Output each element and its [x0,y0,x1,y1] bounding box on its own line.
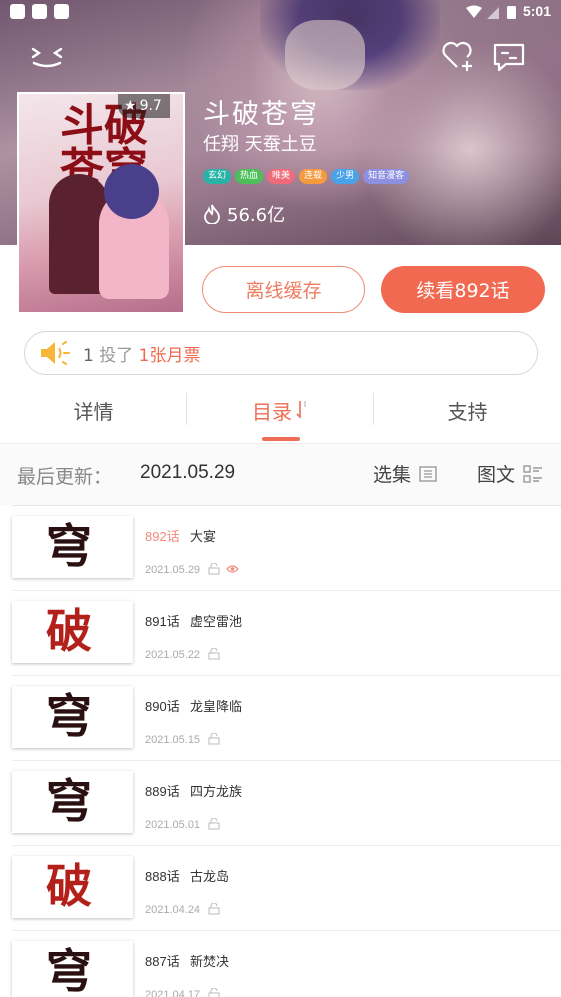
signal-battery-icon [466,5,516,19]
tab-details[interactable]: 详情 [0,389,187,431]
popularity-value: 56.6亿 [227,205,286,226]
tab-support[interactable]: 支持 [374,389,561,431]
cover-figure [104,164,159,219]
status-bar: 5:01 [0,0,561,24]
chapter-name: 虚空雷池 [190,615,243,630]
chapter-item[interactable]: 穹 890话 龙皇降临 2021.05.15 [0,676,561,761]
chapter-name: 新焚决 [190,955,230,970]
rating-badge: ★ 9.7 [118,94,170,118]
chapter-name: 四方龙族 [190,785,243,800]
speaker-icon [41,341,70,365]
chapter-number: 887话 [145,954,180,969]
comic-title: 斗破苍穹 [203,99,319,130]
chapter-date: 2021.05.29 [145,564,201,576]
chapter-item[interactable]: 破 891话 虚空雷池 2021.05.22 [0,591,561,676]
status-time: 5:01 [522,3,551,19]
star-icon: ★ [124,98,137,114]
sort-order-icon[interactable] [295,399,309,421]
unlock-icon [208,988,220,997]
status-tag[interactable]: 连载 [299,169,328,184]
last-update-label: 最后更新： [17,466,113,488]
chapter-thumbnail: 穹 [12,686,133,748]
catalog-toolbar: 最后更新： 2021.05.29 选集 图文 [0,455,561,495]
chapter-item[interactable]: 穹 887话 新焚决 2021.04.17 [0,931,561,997]
tab-catalog[interactable]: 目录 [187,389,374,431]
notification-icon [32,4,47,19]
chapter-number: 892话 [145,529,180,544]
chapter-name: 古龙岛 [190,870,230,885]
comment-icon[interactable] [492,42,526,72]
chapter-thumbnail-art: 穹 [46,944,92,997]
ticket-amount: 1张月票 [138,345,201,366]
chapter-thumbnail: 穹 [12,516,133,578]
unlock-icon [208,648,220,660]
genre-tag[interactable]: 玄幻 [203,169,232,184]
grid-list-icon [523,464,543,483]
select-chapters-button[interactable]: 选集 [373,460,437,487]
comic-detail-page: 5:01 斗破 苍穹 ★ 9.7 斗破苍穹 任翔 天蚕土豆 玄幻 热血 唯美 连载… [0,0,561,997]
offline-cache-button[interactable]: 离线缓存 [202,266,365,313]
back-icon[interactable] [30,44,64,68]
chapter-thumbnail: 穹 [12,771,133,833]
chapter-date: 2021.04.17 [145,989,201,997]
chapter-date: 2021.04.24 [145,904,201,916]
comic-authors: 任翔 天蚕土豆 [203,134,317,155]
view-mode-label: 图文 [477,464,516,486]
chapter-thumbnail-art: 穹 [46,519,92,573]
chapter-name: 大宴 [190,530,217,545]
flame-icon [204,204,220,224]
chapter-date: 2021.05.22 [145,649,201,661]
active-tab-indicator [262,437,300,441]
continue-reading-button[interactable]: 续看892话 [381,266,545,313]
chapter-item[interactable]: 穹 892话 大宴 2021.05.29 [0,506,561,591]
rating-value: 9.7 [139,98,162,114]
chapter-thumbnail-art: 穹 [46,774,92,828]
tab-label: 支持 [447,399,488,424]
chapter-thumbnail: 破 [12,601,133,663]
detail-tabs: 详情 目录 支持 [0,389,561,443]
publisher-tag[interactable]: 知音漫客 [363,169,410,184]
chapter-name: 龙皇降临 [190,700,243,715]
chapter-date: 2021.05.15 [145,734,201,746]
unlock-icon [208,563,220,575]
comic-cover[interactable]: 斗破 苍穹 [17,92,185,314]
ticket-verb: 投了 [99,345,134,366]
tab-label: 详情 [73,399,114,424]
unlock-icon [208,733,220,745]
last-update-date: 2021.05.29 [140,462,236,483]
chapter-date: 2021.05.01 [145,819,201,831]
notification-icon [10,4,25,19]
chapter-thumbnail: 破 [12,856,133,918]
genre-tag[interactable]: 唯美 [267,169,296,184]
chapter-number: 891话 [145,614,180,629]
chapter-item[interactable]: 破 888话 古龙岛 2021.04.24 [0,846,561,931]
view-mode-button[interactable]: 图文 [477,460,543,487]
chapter-thumbnail-art: 破 [46,859,92,913]
audience-tag[interactable]: 少男 [331,169,360,184]
notification-icon [54,4,69,19]
chapter-thumbnail: 穹 [12,941,133,997]
ticket-user-count: 1 [83,345,94,366]
ticket-message: 1 投了 1张月票 [83,341,200,366]
chapter-thumbnail-art: 穹 [46,689,92,743]
unlock-icon [208,818,220,830]
chapter-item[interactable]: 穹 889话 四方龙族 2021.05.01 [0,761,561,846]
select-chapters-label: 选集 [373,464,412,486]
list-icon [419,465,437,482]
popularity: 56.6亿 [203,201,285,227]
chapter-number: 889话 [145,784,180,799]
chapter-number: 890话 [145,699,180,714]
last-read-eye-icon [226,565,239,573]
monthly-ticket-bar[interactable]: 1 投了 1张月票 [24,331,538,375]
chapter-number: 888话 [145,869,180,884]
favorite-add-icon[interactable] [441,40,475,72]
genre-tag[interactable]: 热血 [235,169,264,184]
unlock-icon [208,903,220,915]
chapter-thumbnail-art: 破 [46,604,92,658]
tab-label: 目录 [252,399,292,424]
tag-list: 玄幻 热血 唯美 连载 少男 知音漫客 [203,169,410,184]
